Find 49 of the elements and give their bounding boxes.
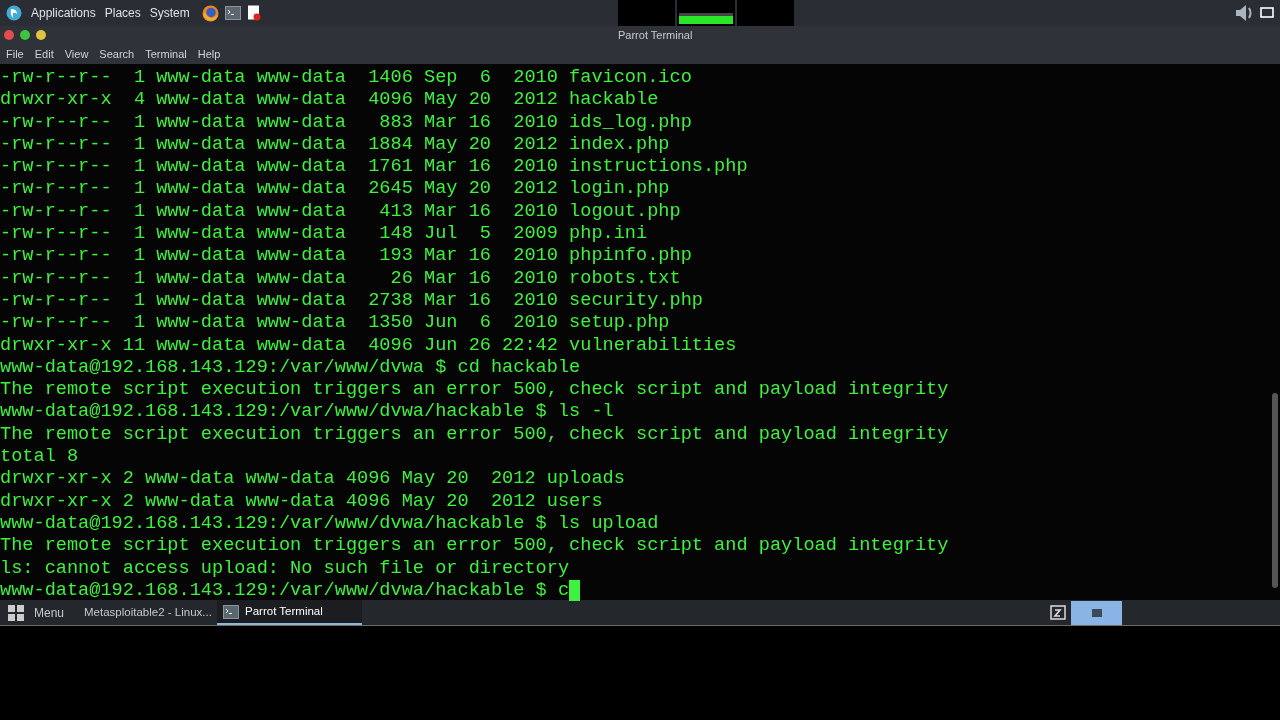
taskbar-task[interactable]: Metasploitable2 - Linux...: [72, 600, 218, 625]
grid-icon: [8, 604, 24, 621]
menu-item[interactable]: View: [64, 45, 89, 63]
window-title: Parrot Terminal: [618, 27, 693, 43]
terminal-line: -rw-r--r-- 1 www-data www-data 883 Mar 16 2010 ids_log.php: [0, 111, 693, 134]
panel-menu[interactable]: System: [149, 4, 190, 22]
terminal-line: -rw-r--r-- 1 www-data www-data 1406 Sep 6 2010 favicon.ico: [0, 67, 693, 90]
panel-menu[interactable]: Places: [104, 4, 141, 22]
minimize-button[interactable]: [36, 30, 46, 40]
terminal-line: -rw-r--r-- 1 www-data www-data 1761 Mar 16 2010 instructions.php: [0, 156, 749, 179]
terminal-line: -rw-r--r-- 1 www-data www-data 193 Mar 16 2010 phpinfo.php: [0, 245, 693, 268]
terminal-line: www-data@192.168.143.129:/var/www/dvwa/hackable $ ls -l: [0, 401, 615, 424]
menu-item[interactable]: File: [6, 45, 24, 63]
prompt-line: www-data@192.168.143.129:/var/www/dvwa/hackable $ c: [0, 579, 570, 603]
taskbar-task[interactable]: Parrot Terminal: [217, 600, 363, 625]
terminal-line: -rw-r--r-- 1 www-data www-data 413 Mar 16 2010 logout.php: [0, 200, 682, 224]
sleep-icon[interactable]: [1049, 603, 1067, 622]
terminal-line: -rw-r--r-- 1 www-data www-data 1350 Jun 6 2010 setup.php: [0, 312, 671, 335]
terminal-line: -rw-r--r-- 1 www-data www-data 26 Mar 16 2010 robots.txt: [0, 267, 682, 290]
terminal-line: drwxr-xr-x 2 www-data www-data 4096 May 20 2012 users: [0, 490, 604, 513]
menu-item[interactable]: Help: [197, 45, 221, 63]
close-button[interactable]: [4, 30, 14, 40]
terminal-line: www-data@192.168.143.129:/var/www/dvwa $ cd hackable: [0, 356, 582, 380]
menu-item[interactable]: Terminal: [145, 45, 187, 63]
terminal-line: -rw-r--r-- 1 www-data www-data 2738 Mar 16 2010 security.php: [0, 289, 704, 313]
terminal-line: www-data@192.168.143.129:/var/www/dvwa/hackable $ ls upload: [0, 512, 660, 536]
terminal-line: The remote script execution triggers an error 500, check script and payload integrity: [0, 535, 950, 558]
terminal-icon[interactable]: [224, 5, 241, 21]
menu-item[interactable]: Search: [99, 45, 135, 63]
parrot-logo-icon[interactable]: [6, 5, 22, 21]
terminal-line: ls: cannot access upload: No such file or directory: [0, 557, 571, 580]
terminal-line: -rw-r--r-- 1 www-data www-data 2645 May 20 2012 login.php: [0, 178, 671, 201]
maximize-button[interactable]: [20, 30, 30, 40]
terminal-line: drwxr-xr-x 2 www-data www-data 4096 May 20 2012 uploads: [0, 468, 626, 491]
menu-item[interactable]: Edit: [34, 45, 54, 63]
terminal-line: The remote script execution triggers an error 500, check script and payload integrity: [0, 379, 950, 402]
workspace-switcher[interactable]: [618, 0, 794, 26]
terminal-line: total 8: [0, 446, 80, 469]
display-icon[interactable]: [1260, 6, 1274, 20]
panel-menu[interactable]: Applications: [31, 4, 96, 22]
menu-button[interactable]: Menu: [0, 600, 73, 625]
workspace-preview[interactable]: [1071, 600, 1122, 625]
terminal-icon[interactable]: [223, 603, 240, 620]
terminal-line: drwxr-xr-x 4 www-data www-data 4096 May 20 2012 hackable: [0, 89, 660, 112]
terminal-line: drwxr-xr-x 11 www-data www-data 4096 Jun 26 22:42 vulnerabilities: [0, 334, 738, 357]
terminal-line: -rw-r--r-- 1 www-data www-data 148 Jul 5 2009 php.ini: [0, 223, 649, 246]
terminal-line: The remote script execution triggers an error 500, check script and payload integrity: [0, 423, 950, 447]
terminal-line: -rw-r--r-- 1 www-data www-data 1884 May 20 2012 index.php: [0, 133, 671, 157]
document-icon[interactable]: [246, 5, 261, 21]
